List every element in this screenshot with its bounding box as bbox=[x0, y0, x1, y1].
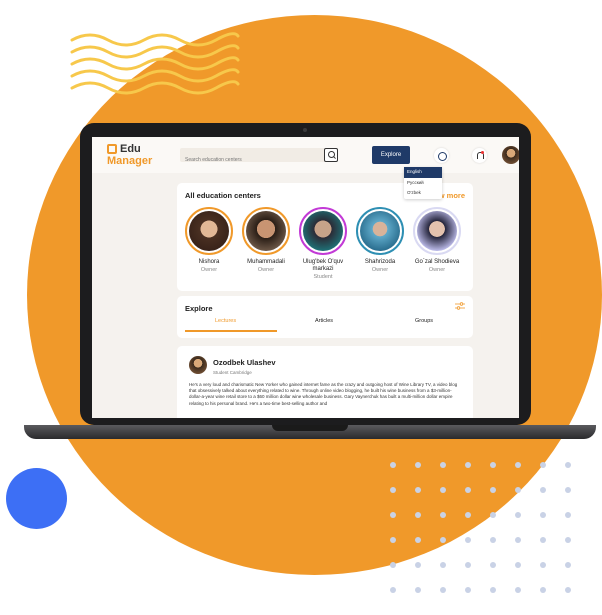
center-card[interactable]: Nishora Owner bbox=[181, 207, 237, 273]
center-name: Go`zal Shodieva bbox=[414, 259, 460, 265]
laptop-base bbox=[24, 425, 596, 439]
center-name: Ulug'bek O'quv markazi bbox=[302, 259, 344, 272]
center-name: Muhammadali bbox=[247, 259, 285, 265]
language-option-uzbek[interactable]: O'zbek bbox=[404, 188, 442, 199]
center-name: Nishora bbox=[198, 259, 220, 265]
center-card[interactable]: Shahrizoda Owner bbox=[352, 207, 408, 273]
post-author[interactable]: Ozodbek Ulashev bbox=[213, 358, 276, 367]
centers-title: All education centers bbox=[185, 191, 261, 200]
logo-text-manager: Manager bbox=[107, 155, 153, 167]
center-role: Student bbox=[313, 274, 333, 280]
logo[interactable]: Edu Manager bbox=[107, 143, 153, 168]
avatar bbox=[185, 207, 233, 255]
center-role: Owner bbox=[257, 267, 275, 273]
explore-button[interactable]: Explore bbox=[372, 146, 410, 164]
avatar bbox=[413, 207, 461, 255]
post-body: He's a very loud and charismatic New Yor… bbox=[189, 382, 458, 406]
language-dropdown: English Русский O'zbek bbox=[404, 167, 442, 199]
decorative-dots bbox=[390, 462, 571, 593]
app-header: Edu Manager Explore bbox=[92, 137, 519, 173]
center-role: Owner bbox=[428, 267, 446, 273]
avatar bbox=[356, 207, 404, 255]
search-bar bbox=[180, 148, 338, 167]
explore-title: Explore bbox=[185, 304, 213, 313]
app-screen: Edu Manager Explore English Русский O'zb… bbox=[92, 137, 519, 418]
explore-card: Explore Lectures Articles Groups bbox=[177, 296, 473, 338]
center-role: Owner bbox=[371, 267, 389, 273]
tab-lectures[interactable]: Lectures bbox=[215, 318, 236, 324]
avatar bbox=[242, 207, 290, 255]
tab-groups[interactable]: Groups bbox=[415, 318, 433, 324]
post-author-subtitle: Student Cambridge bbox=[213, 370, 252, 375]
center-card[interactable]: Ulug'bek O'quv markazi Student bbox=[295, 207, 351, 280]
active-tab-indicator bbox=[185, 330, 277, 332]
laptop-screen-bezel: Edu Manager Explore English Русский O'zb… bbox=[80, 123, 531, 425]
logo-text-edu: Edu bbox=[120, 143, 141, 155]
user-avatar[interactable] bbox=[502, 146, 519, 164]
center-card[interactable]: Muhammadali Owner bbox=[238, 207, 294, 273]
search-icon[interactable] bbox=[324, 148, 338, 162]
camera-icon bbox=[303, 128, 307, 132]
decorative-waves bbox=[70, 32, 240, 95]
smiley-icon[interactable] bbox=[434, 148, 449, 163]
avatar bbox=[299, 207, 347, 255]
filter-icon[interactable] bbox=[455, 302, 465, 310]
center-card[interactable]: Go`zal Shodieva Owner bbox=[409, 207, 465, 273]
education-centers-card: All education centers View more Nishora … bbox=[177, 183, 473, 291]
logo-mark-icon bbox=[107, 144, 117, 154]
avatar[interactable] bbox=[189, 356, 207, 374]
laptop-notch bbox=[272, 425, 348, 431]
tab-articles[interactable]: Articles bbox=[315, 318, 333, 324]
language-option-english[interactable]: English bbox=[404, 167, 442, 178]
language-option-russian[interactable]: Русский bbox=[404, 178, 442, 189]
notification-bell-icon[interactable] bbox=[472, 148, 487, 163]
center-name: Shahrizoda bbox=[364, 259, 396, 265]
post-card: Ozodbek Ulashev Student Cambridge He's a… bbox=[177, 346, 473, 418]
search-input[interactable] bbox=[180, 153, 320, 167]
decorative-blue-circle bbox=[6, 468, 67, 529]
center-role: Owner bbox=[200, 267, 218, 273]
